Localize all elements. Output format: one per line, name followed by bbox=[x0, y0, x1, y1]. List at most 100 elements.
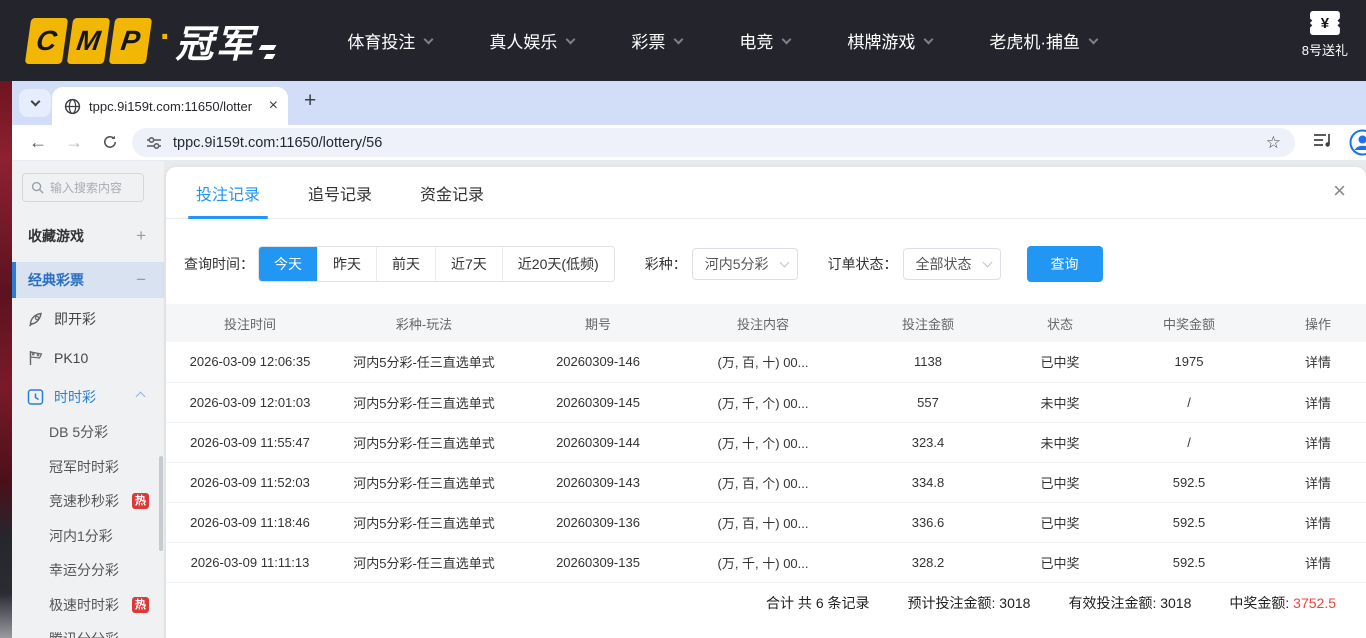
chevron-down-icon bbox=[424, 34, 434, 44]
chevron-down-icon bbox=[30, 97, 40, 107]
details-link[interactable]: 详情 bbox=[1270, 462, 1366, 502]
browser-tab-strip: tppc.9i159t.com:11650/lotter × + bbox=[12, 81, 1366, 125]
main-nav: 体育投注 真人娱乐 彩票 电竞 棋牌游戏 老虎机·捕鱼 bbox=[347, 28, 1154, 53]
site-header: C M P · 冠军 体育投注 真人娱乐 彩票 电竞 棋牌游戏 老虎 bbox=[0, 0, 1366, 81]
site-info-icon[interactable] bbox=[146, 136, 162, 150]
nav-board-games[interactable]: 棋牌游戏 bbox=[847, 28, 932, 53]
logo-speed-lines-icon bbox=[260, 45, 275, 59]
details-link[interactable]: 详情 bbox=[1270, 542, 1366, 582]
status-badge: 已中奖 bbox=[1012, 502, 1108, 542]
details-link[interactable]: 详情 bbox=[1270, 502, 1366, 542]
yen-ticket-icon: ¥ bbox=[1310, 11, 1340, 35]
chevron-down-icon bbox=[782, 34, 792, 44]
chevron-up-icon bbox=[136, 392, 146, 402]
sidebar-subitem-lucky-ffc[interactable]: 幸运分分彩 bbox=[12, 553, 164, 588]
time-option-day-before[interactable]: 前天 bbox=[376, 247, 435, 281]
sidebar-search[interactable] bbox=[22, 173, 144, 202]
chevron-down-icon bbox=[1089, 34, 1099, 44]
clock-icon bbox=[26, 388, 45, 406]
time-option-7days[interactable]: 近7天 bbox=[435, 247, 502, 281]
sidebar-subitem-champion-ssc[interactable]: 冠军时时彩 bbox=[12, 450, 164, 485]
summary-bar: 合计 共 6 条记录 预计投注金额: 3018 有效投注金额: 3018 中奖金… bbox=[166, 583, 1366, 623]
lottery-select[interactable]: 河内5分彩 bbox=[692, 248, 798, 280]
records-tabs: 投注记录 追号记录 资金记录 × bbox=[166, 167, 1366, 219]
checkered-flag-icon bbox=[26, 349, 45, 367]
details-link[interactable]: 详情 bbox=[1270, 382, 1366, 422]
summary-win: 中奖金额: 3752.5 bbox=[1229, 593, 1336, 613]
table-header-row: 投注时间 彩种-玩法 期号 投注内容 投注金额 状态 中奖金额 操作 bbox=[166, 304, 1366, 342]
url-text: tppc.9i159t.com:11650/lottery/56 bbox=[173, 135, 382, 151]
reload-icon[interactable] bbox=[92, 132, 128, 153]
col-content: 投注内容 bbox=[682, 304, 844, 342]
rocket-icon bbox=[26, 310, 45, 328]
sidebar-section-classic-lottery[interactable]: 经典彩票 − bbox=[12, 262, 164, 298]
time-option-20days[interactable]: 近20天(低频) bbox=[502, 247, 614, 281]
sidebar-section-favorites[interactable]: 收藏游戏 + bbox=[12, 218, 164, 254]
chevron-down-icon bbox=[566, 34, 576, 44]
url-field[interactable]: tppc.9i159t.com:11650/lottery/56 ☆ bbox=[132, 128, 1295, 157]
table-row: 2026-03-09 11:18:46 河内5分彩-任三直选单式 2026030… bbox=[166, 502, 1366, 542]
col-amount: 投注金额 bbox=[844, 304, 1012, 342]
status-badge: 已中奖 bbox=[1012, 342, 1108, 382]
bookmark-star-icon[interactable]: ☆ bbox=[1266, 133, 1281, 153]
site-logo[interactable]: C M P · 冠军 bbox=[28, 13, 275, 68]
sidebar-item-pk10[interactable]: PK10 bbox=[12, 339, 164, 376]
time-filter-label: 查询时间： bbox=[184, 254, 254, 274]
nav-sports[interactable]: 体育投注 bbox=[347, 28, 432, 53]
query-button[interactable]: 查询 bbox=[1027, 246, 1103, 282]
sidebar-item-instant-lottery[interactable]: 即开彩 bbox=[12, 300, 164, 337]
tab-close-icon[interactable]: × bbox=[269, 98, 278, 114]
profile-avatar[interactable] bbox=[1349, 129, 1366, 156]
details-link[interactable]: 详情 bbox=[1270, 422, 1366, 462]
sidebar-scrollbar[interactable] bbox=[159, 456, 163, 551]
sidebar-subitem-tencent-ffc[interactable]: 腾讯分分彩 bbox=[12, 622, 164, 638]
table-row: 2026-03-09 11:55:47 河内5分彩-任三直选单式 2026030… bbox=[166, 422, 1366, 462]
sidebar-subitem-speed-seconds[interactable]: 竞速秒秒彩 热 bbox=[12, 484, 164, 519]
gift-promo-label: 8号送礼 bbox=[1302, 40, 1348, 59]
browser-tab[interactable]: tppc.9i159t.com:11650/lotter × bbox=[52, 87, 288, 125]
nav-lottery[interactable]: 彩票 bbox=[631, 28, 682, 53]
chevron-down-icon bbox=[924, 34, 934, 44]
col-status: 状态 bbox=[1012, 304, 1108, 342]
browser-url-bar: ← → tppc.9i159t.com:11650/lottery/56 ☆ bbox=[12, 125, 1366, 161]
tab-bet-records[interactable]: 投注记录 bbox=[196, 167, 260, 218]
media-controls-icon[interactable] bbox=[1313, 132, 1333, 153]
minus-icon[interactable]: − bbox=[136, 270, 146, 290]
status-badge: 已中奖 bbox=[1012, 462, 1108, 502]
chevron-down-icon bbox=[779, 258, 789, 268]
back-icon[interactable]: ← bbox=[20, 132, 56, 153]
filter-bar: 查询时间： 今天 昨天 前天 近7天 近20天(低频) 彩种： 河内5分彩 订单… bbox=[184, 246, 1366, 282]
details-link[interactable]: 详情 bbox=[1270, 342, 1366, 382]
sidebar-subitem-hanoi-1min[interactable]: 河内1分彩 bbox=[12, 519, 164, 554]
tab-chase-records[interactable]: 追号记录 bbox=[308, 167, 372, 218]
tab-fund-records[interactable]: 资金记录 bbox=[420, 167, 484, 218]
plus-icon[interactable]: + bbox=[136, 226, 146, 246]
nav-slots-fishing[interactable]: 老虎机·捕鱼 bbox=[989, 28, 1097, 53]
sidebar-subitem-db5[interactable]: DB 5分彩 bbox=[12, 415, 164, 450]
sidebar-subitem-extreme-ssc[interactable]: 极速时时彩 热 bbox=[12, 588, 164, 623]
table-row: 2026-03-09 11:52:03 河内5分彩-任三直选单式 2026030… bbox=[166, 462, 1366, 502]
order-status-select[interactable]: 全部状态 bbox=[903, 248, 1001, 280]
records-panel: 投注记录 追号记录 资金记录 × 查询时间： 今天 昨天 前天 近7天 近20天… bbox=[166, 167, 1366, 638]
hot-badge: 热 bbox=[132, 597, 149, 613]
status-badge: 未中奖 bbox=[1012, 422, 1108, 462]
new-tab-button[interactable]: + bbox=[304, 89, 316, 113]
forward-icon[interactable]: → bbox=[56, 132, 92, 153]
time-option-yesterday[interactable]: 昨天 bbox=[317, 247, 376, 281]
sidebar-item-ssc[interactable]: 时时彩 bbox=[12, 378, 164, 415]
table-row: 2026-03-09 12:06:35 河内5分彩-任三直选单式 2026030… bbox=[166, 342, 1366, 382]
close-icon[interactable]: × bbox=[1333, 180, 1346, 202]
time-option-today[interactable]: 今天 bbox=[259, 247, 317, 281]
status-badge: 未中奖 bbox=[1012, 382, 1108, 422]
search-input[interactable] bbox=[50, 181, 135, 195]
col-action: 操作 bbox=[1270, 304, 1366, 342]
nav-live-casino[interactable]: 真人娱乐 bbox=[489, 28, 574, 53]
game-sidebar: 收藏游戏 + 经典彩票 − 即开彩 PK10 bbox=[12, 161, 164, 638]
globe-favicon-icon bbox=[64, 98, 81, 115]
tab-search-button[interactable] bbox=[19, 89, 51, 117]
search-icon bbox=[31, 181, 44, 194]
status-badge: 已中奖 bbox=[1012, 542, 1108, 582]
gift-promo-button[interactable]: ¥ 8号送礼 bbox=[1302, 11, 1348, 59]
screen: C M P · 冠军 体育投注 真人娱乐 彩票 电竞 棋牌游戏 老虎 bbox=[0, 0, 1366, 638]
nav-esports[interactable]: 电竞 bbox=[739, 28, 790, 53]
